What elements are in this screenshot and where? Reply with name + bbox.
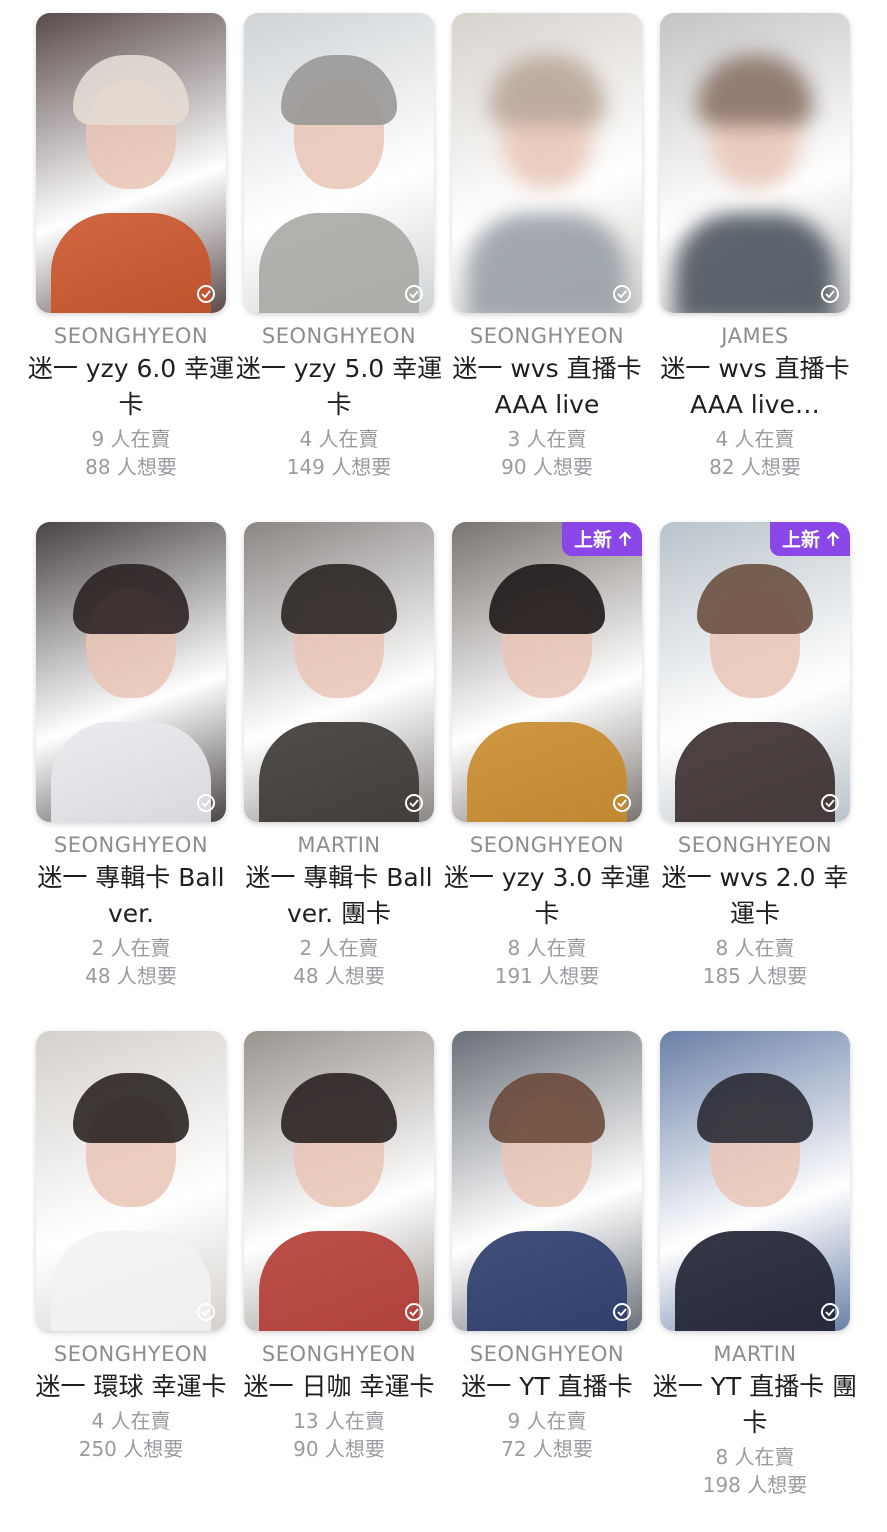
card-title[interactable]: 迷一 YT 直播卡 團卡 (651, 1369, 859, 1441)
artist-name: SEONGHYEON (469, 324, 625, 348)
card-7[interactable]: 上新 SEONGHYEON 迷一 wvs 2.0 幸運卡 8 人在賣 185 人… (651, 522, 859, 990)
artist-name: JAMES (721, 324, 789, 348)
card-title[interactable]: 迷一 專輯卡 Ball ver. (27, 860, 235, 932)
card-10[interactable]: SEONGHYEON 迷一 YT 直播卡 9 人在賣 72 人想要 (443, 1031, 651, 1463)
new-badge: 上新 (561, 522, 642, 556)
card-title[interactable]: 迷一 wvs 直播卡 AAA live (443, 351, 651, 423)
check-circle-icon[interactable] (821, 1303, 839, 1321)
artist-name: SEONGHYEON (469, 833, 625, 857)
selling-count: 13 人在賣 (293, 1409, 385, 1433)
check-circle-icon[interactable] (405, 794, 423, 812)
selling-count: 9 人在賣 (507, 1409, 587, 1433)
wanting-count: 191 人想要 (494, 964, 600, 988)
card-thumbnail[interactable] (244, 522, 434, 822)
card-title[interactable]: 迷一 wvs 2.0 幸運卡 (651, 860, 859, 932)
card-3[interactable]: JAMES 迷一 wvs 直播卡 AAA live… 4 人在賣 82 人想要 (651, 13, 859, 481)
card-thumbnail[interactable] (452, 13, 642, 313)
wanting-count: 185 人想要 (702, 964, 808, 988)
artist-name: SEONGHYEON (53, 1342, 209, 1366)
card-thumbnail[interactable] (36, 522, 226, 822)
card-6[interactable]: 上新 SEONGHYEON 迷一 yzy 3.0 幸運卡 8 人在賣 191 人… (443, 522, 651, 990)
selling-count: 8 人在賣 (507, 936, 587, 960)
card-title[interactable]: 迷一 環球 幸運卡 (27, 1369, 235, 1405)
wanting-count: 82 人想要 (709, 455, 801, 479)
check-circle-icon[interactable] (613, 1303, 631, 1321)
card-thumbnail[interactable] (452, 1031, 642, 1331)
arrow-up-icon (826, 530, 840, 546)
check-circle-icon[interactable] (197, 285, 215, 303)
selling-count: 9 人在賣 (91, 427, 171, 451)
card-thumbnail[interactable] (244, 13, 434, 313)
card-thumbnail[interactable]: 上新 (660, 522, 850, 822)
selling-count: 2 人在賣 (299, 936, 379, 960)
wanting-count: 149 人想要 (286, 455, 392, 479)
selling-count: 3 人在賣 (507, 427, 587, 451)
card-8[interactable]: SEONGHYEON 迷一 環球 幸運卡 4 人在賣 250 人想要 (27, 1031, 235, 1463)
check-circle-icon[interactable] (613, 794, 631, 812)
card-thumbnail[interactable] (660, 1031, 850, 1331)
wanting-count: 48 人想要 (85, 964, 177, 988)
wanting-count: 198 人想要 (702, 1473, 808, 1497)
card-thumbnail[interactable]: 上新 (452, 522, 642, 822)
card-title[interactable]: 迷一 專輯卡 Ball ver. 團卡 (235, 860, 443, 932)
card-title[interactable]: 迷一 日咖 幸運卡 (235, 1369, 443, 1405)
check-circle-icon[interactable] (821, 285, 839, 303)
check-circle-icon[interactable] (405, 1303, 423, 1321)
check-circle-icon[interactable] (197, 1303, 215, 1321)
new-badge-label: 上新 (781, 529, 820, 551)
artist-name: SEONGHYEON (261, 1342, 417, 1366)
artist-name: SEONGHYEON (677, 833, 833, 857)
card-grid: SEONGHYEON 迷一 yzy 6.0 幸運卡 9 人在賣 88 人想要 S… (0, 0, 887, 1532)
artist-name: MARTIN (297, 833, 381, 857)
selling-count: 4 人在賣 (715, 427, 795, 451)
card-0[interactable]: SEONGHYEON 迷一 yzy 6.0 幸運卡 9 人在賣 88 人想要 (27, 13, 235, 481)
card-title[interactable]: 迷一 wvs 直播卡 AAA live… (651, 351, 859, 423)
selling-count: 8 人在賣 (715, 936, 795, 960)
check-circle-icon[interactable] (613, 285, 631, 303)
check-circle-icon[interactable] (405, 285, 423, 303)
artist-name: SEONGHYEON (469, 1342, 625, 1366)
artist-name: SEONGHYEON (53, 833, 209, 857)
check-circle-icon[interactable] (821, 794, 839, 812)
artist-name: SEONGHYEON (53, 324, 209, 348)
card-1[interactable]: SEONGHYEON 迷一 yzy 5.0 幸運卡 4 人在賣 149 人想要 (235, 13, 443, 481)
new-badge-label: 上新 (573, 529, 612, 551)
wanting-count: 90 人想要 (293, 1437, 385, 1461)
card-title[interactable]: 迷一 yzy 6.0 幸運卡 (27, 351, 235, 423)
card-5[interactable]: MARTIN 迷一 專輯卡 Ball ver. 團卡 2 人在賣 48 人想要 (235, 522, 443, 990)
selling-count: 4 人在賣 (299, 427, 379, 451)
card-11[interactable]: MARTIN 迷一 YT 直播卡 團卡 8 人在賣 198 人想要 (651, 1031, 859, 1499)
card-thumbnail[interactable] (36, 13, 226, 313)
artist-name: SEONGHYEON (261, 324, 417, 348)
new-badge: 上新 (769, 522, 850, 556)
card-title[interactable]: 迷一 YT 直播卡 (443, 1369, 651, 1405)
wanting-count: 72 人想要 (501, 1437, 593, 1461)
card-title[interactable]: 迷一 yzy 5.0 幸運卡 (235, 351, 443, 423)
artist-name: MARTIN (713, 1342, 797, 1366)
card-2[interactable]: SEONGHYEON 迷一 wvs 直播卡 AAA live 3 人在賣 90 … (443, 13, 651, 481)
selling-count: 4 人在賣 (91, 1409, 171, 1433)
selling-count: 2 人在賣 (91, 936, 171, 960)
card-4[interactable]: SEONGHYEON 迷一 專輯卡 Ball ver. 2 人在賣 48 人想要 (27, 522, 235, 990)
card-thumbnail[interactable] (36, 1031, 226, 1331)
card-thumbnail[interactable] (660, 13, 850, 313)
wanting-count: 90 人想要 (501, 455, 593, 479)
card-title[interactable]: 迷一 yzy 3.0 幸運卡 (443, 860, 651, 932)
check-circle-icon[interactable] (197, 794, 215, 812)
wanting-count: 88 人想要 (85, 455, 177, 479)
selling-count: 8 人在賣 (715, 1445, 795, 1469)
wanting-count: 48 人想要 (293, 964, 385, 988)
wanting-count: 250 人想要 (78, 1437, 184, 1461)
arrow-up-icon (618, 530, 632, 546)
card-9[interactable]: SEONGHYEON 迷一 日咖 幸運卡 13 人在賣 90 人想要 (235, 1031, 443, 1463)
card-thumbnail[interactable] (244, 1031, 434, 1331)
